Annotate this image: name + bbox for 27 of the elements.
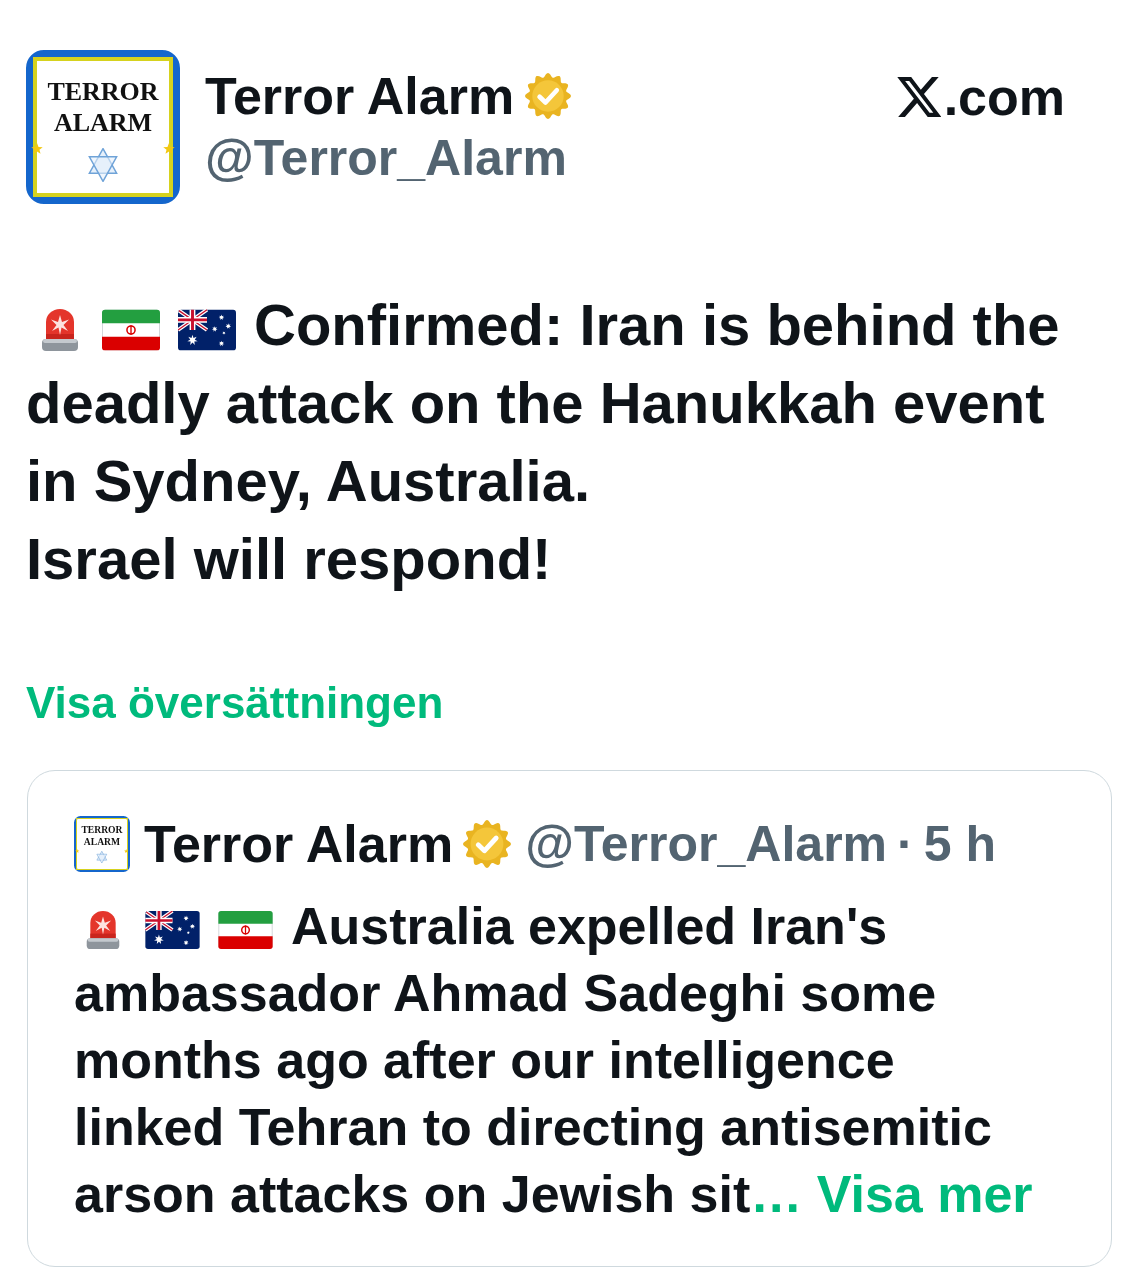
x-logo-icon	[896, 77, 941, 117]
quoted-post-card[interactable]	[27, 770, 1112, 1267]
post-text: Confirmed: Iran is behind the	[254, 292, 1060, 357]
australia-flag-icon	[178, 308, 236, 351]
star-icon	[124, 849, 129, 854]
user-handle: @Terror_Alarm	[205, 129, 567, 188]
user-handle: @Terror_Alarm	[525, 815, 888, 874]
show-more-link[interactable]: … Visa mer	[750, 1165, 1033, 1223]
post-text: deadly attack on the Hanukkah event in Sydney, Australia. Israel will respond!	[26, 369, 1046, 593]
australia-flag-icon	[145, 911, 200, 950]
display-name: Terror Alarm	[205, 66, 515, 127]
separator-dot: ·	[897, 815, 914, 874]
iran-flag-icon	[218, 911, 273, 950]
logo-text: TERROR ALARM	[47, 76, 159, 139]
quoted-post-text: Australia expelled Iran's	[291, 897, 888, 955]
star-of-david-icon	[87, 148, 119, 183]
logo-text: TERROR ALARM	[81, 824, 123, 848]
star-icon	[31, 143, 43, 155]
star-icon	[75, 849, 80, 854]
site-domain: .com	[943, 67, 1065, 128]
show-translation-link[interactable]: Visa översättningen	[26, 675, 444, 731]
iran-flag-icon	[102, 308, 160, 351]
display-name: Terror Alarm	[144, 814, 454, 874]
star-icon	[163, 143, 175, 155]
post-time: 5 h	[923, 815, 996, 874]
quoted-post-text: ambassador Ahmad Sadeghi some months ago after our intelligence linked Tehran to directing antisemitic arson attacks on Jewish sit… Visa mer	[74, 963, 1034, 1225]
star-of-david-icon	[96, 851, 108, 864]
